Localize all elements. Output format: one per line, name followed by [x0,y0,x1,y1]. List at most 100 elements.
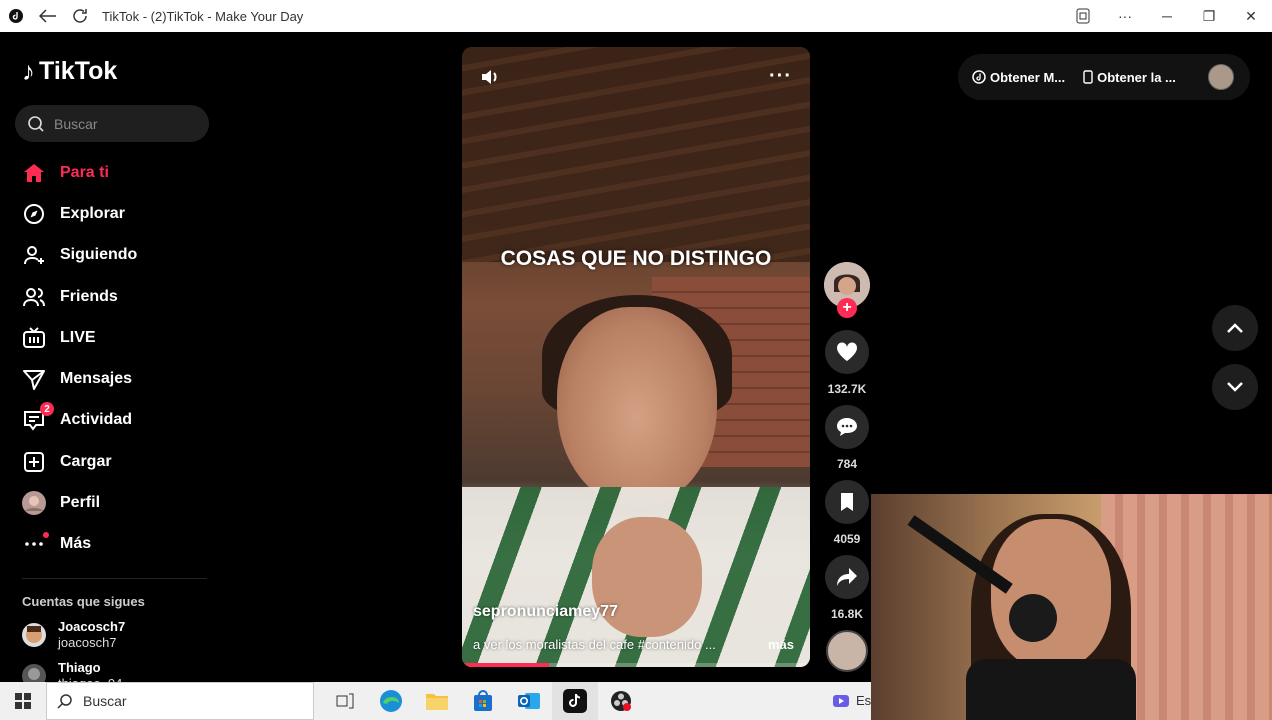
activity-icon: 2 [22,402,54,432]
nav-label: Más [60,535,92,553]
description-more-link[interactable]: más [768,637,794,652]
video-more-icon[interactable]: ··· [769,65,792,88]
nav-label: Mensajes [60,370,133,388]
taskbar-meet-now[interactable]: Es [832,693,871,708]
following-account[interactable]: Thiago thiagoo_04 [22,660,212,682]
get-coins-button[interactable]: Obtener M... [972,70,1065,85]
store-icon[interactable] [460,682,506,720]
share-action[interactable]: 16.8K [824,555,870,621]
creator-avatar[interactable]: + [824,262,870,318]
search-icon [57,693,73,709]
sidebar-nav: Para ti Explorar Siguiendo Friends LIVE [22,152,212,565]
tiktok-logo[interactable]: ♪ TikTok [22,56,117,87]
nav-item-siguiendo[interactable]: Siguiendo [22,235,212,276]
window-more-icon[interactable]: ··· [1104,0,1146,32]
nav-item-live[interactable]: LIVE [22,317,212,358]
video-actions: + 132.7K 784 4059 16.8K [824,262,870,672]
phone-icon [1083,70,1093,84]
video-progress-bar[interactable] [462,663,810,667]
like-count: 132.7K [827,382,867,396]
top-actions-bar: Obtener M... Obtener la ... [958,54,1250,100]
file-explorer-icon[interactable] [414,682,460,720]
nav-item-para-ti[interactable]: Para ti [22,152,212,193]
account-username: joacosch7 [58,635,117,650]
outlook-icon[interactable] [506,682,552,720]
nav-label: Perfil [60,494,101,512]
back-arrow-icon[interactable] [32,0,64,32]
chevron-up-icon [1227,323,1243,333]
bookmark-icon[interactable] [825,480,869,524]
get-coins-label: Obtener M... [990,69,1066,85]
tiktok-note-icon: ♪ [22,56,35,86]
webcam-person-face [991,519,1111,669]
video-frame-face [557,307,717,507]
taskbar-search-input[interactable]: Buscar [46,682,314,720]
nav-label: Actividad [60,411,133,429]
previous-video-button[interactable] [1212,305,1258,351]
windows-logo-icon [15,693,31,709]
nav-item-mensajes[interactable]: Mensajes [22,358,212,399]
account-avatar [22,623,46,647]
windows-taskbar: Buscar Es [0,682,871,720]
get-app-label: Obtener la ... [1097,69,1176,85]
edge-browser-icon[interactable] [368,682,414,720]
meet-now-icon [833,694,849,707]
search-icon [27,115,45,133]
webcam-person-top [966,659,1136,720]
close-button[interactable]: ✕ [1230,0,1272,32]
nav-label: Siguiendo [60,246,138,264]
windows-start-button[interactable] [0,682,46,720]
next-video-button[interactable] [1212,364,1258,410]
nav-item-explorar[interactable]: Explorar [22,193,212,234]
user-avatar[interactable] [1208,64,1234,90]
video-progress-fill [462,663,549,667]
nav-label: Para ti [60,163,109,181]
window-title: TikTok - (2)TikTok - Make Your Day [102,8,304,24]
window-titlebar: TikTok - (2)TikTok - Make Your Day ··· ─… [0,0,1272,32]
refresh-icon[interactable] [64,0,96,32]
comment-icon[interactable] [825,405,869,449]
nav-label: Friends [60,287,118,305]
taskbar-search-placeholder: Buscar [83,693,127,709]
search-input[interactable]: Buscar [15,105,209,142]
comment-action[interactable]: 784 [824,405,870,471]
account-avatar [22,664,46,682]
app-available-icon[interactable] [1062,0,1104,32]
search-placeholder: Buscar [54,115,98,132]
following-account[interactable]: Joacosch7 joacosch7 [22,619,212,651]
nav-label: LIVE [60,328,96,346]
minimize-button[interactable]: ─ [1146,0,1188,32]
share-icon[interactable] [825,555,869,599]
get-app-button[interactable]: Obtener la ... [1083,70,1176,85]
send-icon [22,367,46,391]
obs-studio-icon[interactable] [598,682,644,720]
heart-icon[interactable] [825,330,869,374]
sidebar-divider [22,578,207,579]
task-view-icon[interactable] [322,682,368,720]
taskbar-meet-text: Es [856,693,872,708]
save-action[interactable]: 4059 [824,480,870,546]
profile-avatar-icon [22,491,46,516]
volume-icon[interactable] [480,67,500,92]
nav-item-cargar[interactable]: Cargar [22,441,212,482]
video-author[interactable]: sepronunciamey77 [473,603,618,621]
following-icon [22,243,46,267]
nav-item-perfil[interactable]: Perfil [22,482,212,523]
coins-icon [972,70,986,84]
account-name: Joacosch7 [58,619,126,634]
taskbar-apps [322,682,644,720]
music-disc-icon[interactable] [826,630,868,672]
nav-item-friends[interactable]: Friends [22,276,212,317]
following-title: Cuentas que sigues [22,594,145,609]
tiktok-taskbar-icon[interactable] [552,682,598,720]
more-icon [22,532,49,556]
follow-plus-icon[interactable]: + [837,298,857,318]
home-icon [22,161,46,185]
nav-item-actividad[interactable]: 2 Actividad [22,400,212,441]
nav-item-mas[interactable]: Más [22,524,212,565]
webcam-overlay [871,494,1272,720]
like-action[interactable]: 132.7K [824,330,870,396]
video-player[interactable]: ··· COSAS QUE NO DISTINGO sepronunciamey… [462,47,810,667]
nav-label: Explorar [60,204,125,222]
maximize-button[interactable]: ❐ [1188,0,1230,32]
